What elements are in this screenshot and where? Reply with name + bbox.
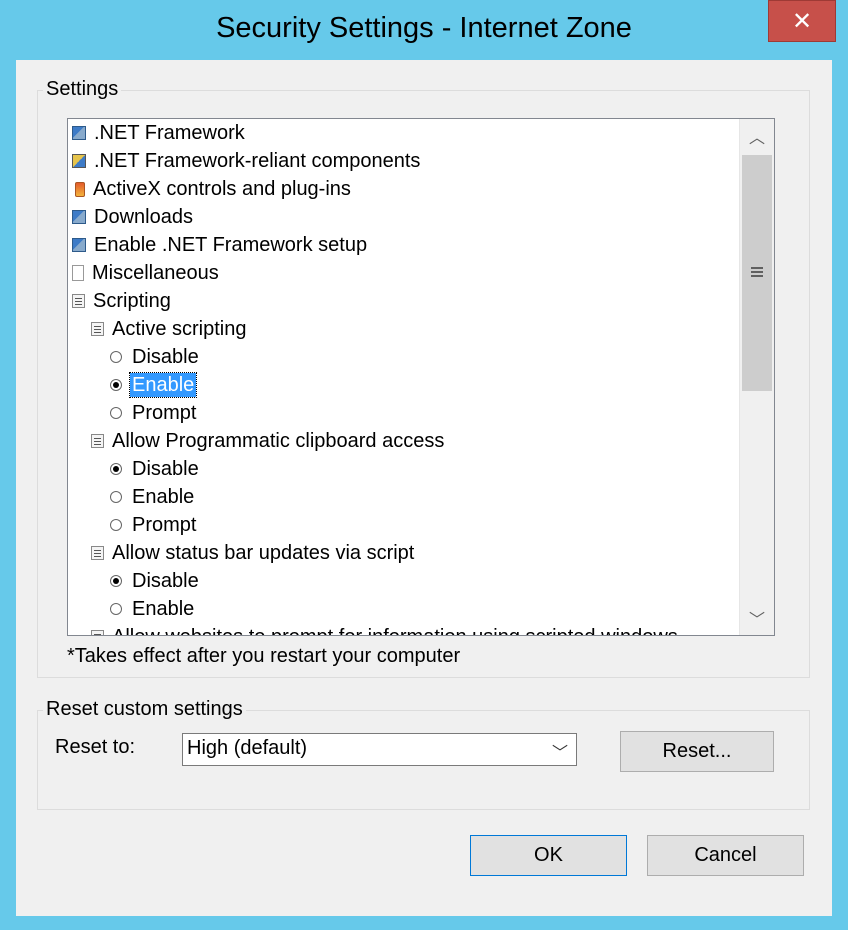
radio-icon[interactable] [110, 463, 122, 475]
settings-option[interactable]: Disable [110, 455, 201, 483]
net-framework-icon [72, 126, 86, 140]
reset-level-value: High (default) [187, 737, 308, 759]
settings-list[interactable]: .NET Framework .NET Framework-reliant com… [67, 118, 775, 636]
reset-level-select[interactable]: High (default) ﹀ [182, 733, 577, 766]
settings-item[interactable]: Allow status bar updates via script [91, 539, 416, 567]
ok-button[interactable]: OK [470, 835, 627, 876]
script-icon [91, 546, 104, 560]
settings-item-label: Disable [132, 570, 199, 592]
settings-item-label: Scripting [93, 290, 171, 312]
settings-item[interactable]: .NET Framework [72, 119, 247, 147]
scroll-up-icon[interactable]: ︿ [740, 119, 774, 153]
radio-icon[interactable] [110, 519, 122, 531]
settings-item[interactable]: Allow Programmatic clipboard access [91, 427, 446, 455]
scroll-down-icon[interactable]: ﹀ [740, 601, 774, 635]
radio-icon[interactable] [110, 491, 122, 503]
activex-icon [75, 181, 85, 197]
settings-item-label: Enable [132, 598, 195, 620]
settings-item-label: Enable [128, 372, 198, 398]
settings-item[interactable]: .NET Framework-reliant components [72, 147, 422, 175]
settings-item-label: ActiveX controls and plug-ins [93, 178, 351, 200]
settings-item-label: Prompt [132, 402, 197, 424]
settings-item[interactable]: Miscellaneous [72, 259, 221, 287]
settings-item-label: Allow Programmatic clipboard access [112, 430, 445, 452]
net-setup-icon [72, 238, 86, 252]
script-icon [91, 630, 104, 635]
settings-option[interactable]: Enable [110, 371, 198, 399]
vertical-scrollbar[interactable]: ︿ ﹀ [739, 119, 774, 635]
settings-option[interactable]: Enable [110, 483, 196, 511]
settings-option[interactable]: Disable [110, 567, 201, 595]
settings-item-label: .NET Framework [94, 122, 245, 144]
settings-group-label: Settings [43, 78, 122, 101]
settings-item[interactable]: Active scripting [91, 315, 249, 343]
settings-item-label: Disable [132, 346, 199, 368]
dialog-client-area: Settings .NET Framework .NET Framework-re… [16, 60, 832, 916]
settings-option[interactable]: Prompt [110, 399, 198, 427]
settings-option[interactable]: Disable [110, 343, 201, 371]
scroll-thumb[interactable] [742, 155, 772, 391]
title-bar[interactable]: Security Settings - Internet Zone ✕ [0, 0, 848, 60]
settings-item[interactable]: ActiveX controls and plug-ins [72, 175, 353, 203]
settings-item-label: Enable [132, 486, 195, 508]
grip-icon [751, 267, 763, 277]
settings-item[interactable]: Enable .NET Framework setup [72, 231, 369, 259]
radio-icon[interactable] [110, 407, 122, 419]
net-components-icon [72, 154, 86, 168]
settings-item-label: Prompt [132, 514, 197, 536]
close-icon: ✕ [791, 7, 813, 35]
chevron-down-icon: ﹀ [551, 745, 568, 762]
security-settings-window: Security Settings - Internet Zone ✕ Sett… [0, 0, 848, 930]
downloads-icon [72, 210, 86, 224]
close-button[interactable]: ✕ [768, 0, 836, 42]
settings-item-label: Allow websites to prompt for information… [110, 625, 680, 635]
restart-note: *Takes effect after you restart your com… [67, 645, 461, 667]
script-icon [91, 434, 104, 448]
settings-item[interactable]: Allow websites to prompt for information… [91, 623, 680, 635]
reset-group-label: Reset custom settings [43, 698, 246, 721]
settings-option[interactable]: Prompt [110, 511, 198, 539]
settings-item-label: Disable [132, 458, 199, 480]
window-title: Security Settings - Internet Zone [216, 12, 632, 44]
settings-item-label: Allow status bar updates via script [112, 542, 415, 564]
settings-option[interactable]: Enable [110, 595, 196, 623]
radio-icon[interactable] [110, 379, 122, 391]
cancel-button[interactable]: Cancel [647, 835, 804, 876]
settings-item[interactable]: Downloads [72, 203, 195, 231]
page-icon [72, 265, 84, 281]
reset-button[interactable]: Reset... [620, 731, 774, 772]
script-icon [72, 294, 85, 308]
settings-item[interactable]: Scripting [72, 287, 173, 315]
radio-icon[interactable] [110, 575, 122, 587]
settings-item-label: Downloads [94, 206, 193, 228]
settings-item-label: Enable .NET Framework setup [94, 234, 368, 256]
settings-item-label: Active scripting [112, 318, 247, 340]
radio-icon[interactable] [110, 603, 122, 615]
radio-icon[interactable] [110, 351, 122, 363]
settings-item-label: .NET Framework-reliant components [94, 150, 421, 172]
script-icon [91, 322, 104, 336]
settings-item-label: Miscellaneous [92, 262, 219, 284]
reset-to-label: Reset to: [55, 736, 136, 758]
